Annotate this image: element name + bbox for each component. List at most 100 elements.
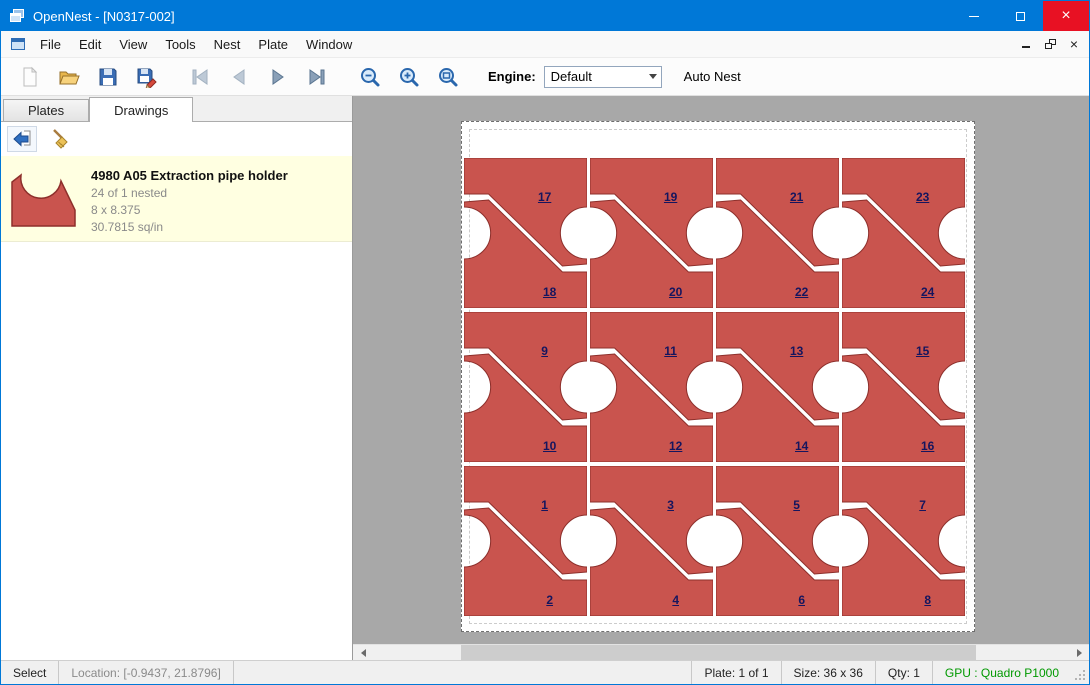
drawings-toolbar <box>1 122 352 156</box>
nested-part-pair[interactable]: 1 2 <box>464 466 590 620</box>
first-icon <box>189 66 211 88</box>
last-icon <box>306 66 328 88</box>
clear-nest-button[interactable] <box>45 126 75 152</box>
status-plate: Plate: 1 of 1 <box>691 661 780 684</box>
menu-nest[interactable]: Nest <box>205 33 250 56</box>
part-number: 1 <box>541 498 548 512</box>
save-edit-icon <box>136 66 158 88</box>
last-plate-button[interactable] <box>302 62 332 92</box>
triangle-right-icon <box>1077 649 1086 657</box>
part-number: 10 <box>543 439 556 453</box>
part-number: 11 <box>664 344 677 358</box>
zoom-fit-button[interactable] <box>433 62 463 92</box>
part-number: 24 <box>921 285 934 299</box>
next-icon <box>267 66 289 88</box>
tab-plates[interactable]: Plates <box>3 99 89 121</box>
status-mode: Select <box>1 661 58 684</box>
save-as-button[interactable] <box>132 62 162 92</box>
zoom-out-button[interactable] <box>355 62 385 92</box>
menubar: File Edit View Tools Nest Plate Window × <box>1 31 1089 57</box>
first-plate-button[interactable] <box>185 62 215 92</box>
engine-label: Engine: <box>488 69 536 84</box>
save-button[interactable] <box>93 62 123 92</box>
app-icon <box>9 8 25 24</box>
engine-selected-value: Default <box>545 69 645 84</box>
menu-plate[interactable]: Plate <box>249 33 297 56</box>
nested-part-pair[interactable]: 7 8 <box>842 466 968 620</box>
child-restore-button[interactable] <box>1038 34 1062 54</box>
nested-part-pair[interactable]: 11 12 <box>590 312 716 466</box>
statusbar: Select Location: [-0.9437, 21.8796] Plat… <box>1 660 1089 684</box>
tab-drawings[interactable]: Drawings <box>89 97 193 122</box>
scroll-left-button[interactable] <box>353 645 369 660</box>
child-close-button[interactable]: × <box>1062 34 1086 54</box>
nested-part-pair[interactable]: 23 24 <box>842 158 968 312</box>
plate: 17 18 19 20 21 22 23 <box>461 121 975 632</box>
menu-edit[interactable]: Edit <box>70 33 110 56</box>
window-close-button[interactable]: × <box>1043 1 1089 31</box>
zoom-in-button[interactable] <box>394 62 424 92</box>
import-icon <box>11 129 33 149</box>
nested-part-pair[interactable]: 9 10 <box>464 312 590 466</box>
auto-nest-button[interactable]: Auto Nest <box>684 69 741 84</box>
scroll-right-button[interactable] <box>1073 645 1089 660</box>
status-gpu: GPU : Quadro P1000 <box>932 661 1071 684</box>
new-document-icon <box>19 66 41 88</box>
status-size: Size: 36 x 36 <box>781 661 875 684</box>
part-number: 17 <box>538 190 551 204</box>
part-number: 2 <box>546 593 553 607</box>
part-number: 18 <box>543 285 556 299</box>
part-number: 12 <box>669 439 682 453</box>
child-minimize-button[interactable] <box>1014 34 1038 54</box>
broom-icon <box>49 128 71 150</box>
drawing-title: 4980 A05 Extraction pipe holder <box>91 168 288 183</box>
menu-view[interactable]: View <box>110 33 156 56</box>
nested-part-pair[interactable]: 17 18 <box>464 158 590 312</box>
drawing-list-item[interactable]: 4980 A05 Extraction pipe holder 24 of 1 … <box>1 156 352 242</box>
zoom-in-icon <box>398 66 420 88</box>
minimize-icon <box>1022 46 1030 48</box>
nested-part-pair[interactable]: 19 20 <box>590 158 716 312</box>
import-drawing-button[interactable] <box>7 126 37 152</box>
drawing-dimensions: 8 x 8.375 <box>91 203 288 217</box>
part-number: 3 <box>667 498 674 512</box>
previous-icon <box>228 66 250 88</box>
previous-plate-button[interactable] <box>224 62 254 92</box>
minimize-icon <box>969 16 979 17</box>
resize-grip[interactable] <box>1071 661 1089 684</box>
grip-dots-icon <box>1074 669 1086 681</box>
restore-icon <box>1045 39 1056 49</box>
new-button[interactable] <box>15 62 45 92</box>
window-minimize-button[interactable] <box>951 1 997 31</box>
window-maximize-button[interactable] <box>997 1 1043 31</box>
menu-window[interactable]: Window <box>297 33 361 56</box>
close-icon: × <box>1070 36 1078 52</box>
save-icon <box>97 66 119 88</box>
part-thumbnail <box>9 166 79 231</box>
open-button[interactable] <box>54 62 84 92</box>
part-number: 9 <box>541 344 548 358</box>
part-number: 23 <box>916 190 929 204</box>
nested-part-pair[interactable]: 5 6 <box>716 466 842 620</box>
nested-part-pair[interactable]: 13 14 <box>716 312 842 466</box>
scrollbar-thumb[interactable] <box>461 645 976 660</box>
menu-file[interactable]: File <box>31 33 70 56</box>
nested-part-pair[interactable]: 21 22 <box>716 158 842 312</box>
part-number: 4 <box>672 593 679 607</box>
part-number: 8 <box>924 593 931 607</box>
part-number: 14 <box>795 439 808 453</box>
nested-part-pair[interactable]: 15 16 <box>842 312 968 466</box>
drawing-area: 30.7815 sq/in <box>91 220 288 234</box>
menu-tools[interactable]: Tools <box>156 33 204 56</box>
horizontal-scrollbar[interactable] <box>353 644 1089 660</box>
part-number: 22 <box>795 285 808 299</box>
engine-select[interactable]: Default <box>544 66 662 88</box>
next-plate-button[interactable] <box>263 62 293 92</box>
zoom-out-icon <box>359 66 381 88</box>
part-number: 21 <box>790 190 803 204</box>
document-icon <box>9 36 27 52</box>
panel-tabstrip: Plates Drawings <box>1 96 352 122</box>
status-location: Location: [-0.9437, 21.8796] <box>58 661 233 684</box>
zoom-fit-icon <box>437 66 459 88</box>
nested-part-pair[interactable]: 3 4 <box>590 466 716 620</box>
